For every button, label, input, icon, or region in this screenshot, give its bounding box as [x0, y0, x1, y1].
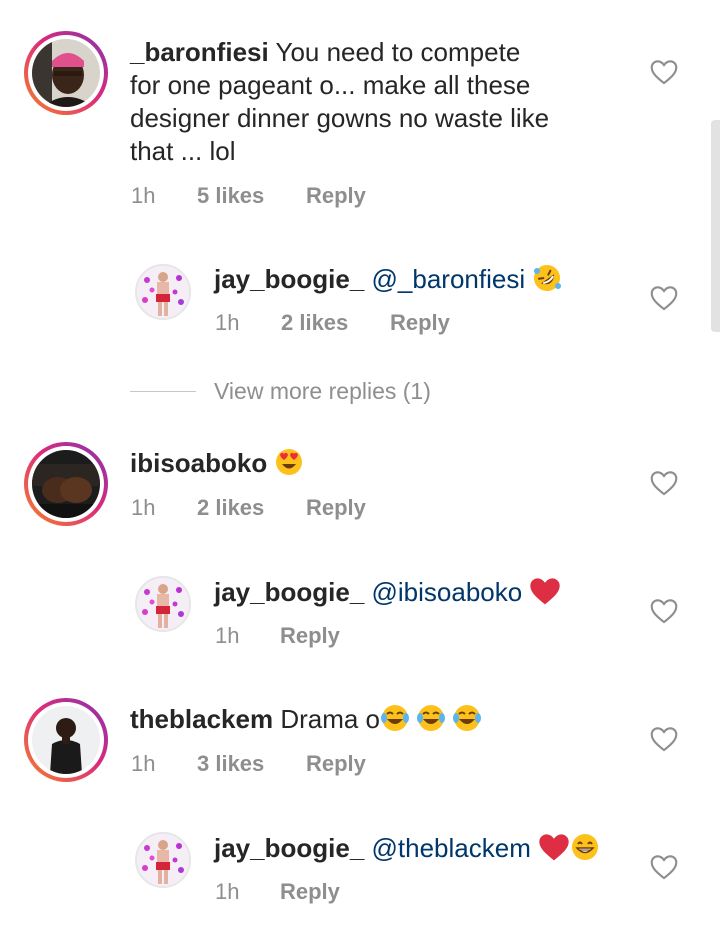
view-more-replies-label[interactable]: View more replies (1) — [214, 378, 431, 405]
reply-button[interactable]: Reply — [390, 310, 450, 336]
mention-link[interactable]: @ibisoaboko — [372, 577, 523, 607]
reply-button[interactable]: Reply — [280, 623, 340, 649]
reply-text: jay_boogie_ @ibisoaboko — [214, 576, 561, 609]
comment-text: ibisoaboko — [130, 447, 304, 480]
like-heart-icon[interactable] — [650, 285, 678, 311]
reply-button[interactable]: Reply — [306, 183, 366, 209]
avatar — [32, 706, 100, 774]
reply-time: 1h — [215, 879, 240, 904]
avatar[interactable] — [135, 576, 191, 632]
like-heart-icon[interactable] — [650, 470, 678, 496]
comment-username[interactable]: theblackem — [130, 704, 273, 734]
comment-username[interactable]: _baronfiesi — [130, 37, 269, 67]
rofl-emoji-icon — [534, 265, 562, 291]
comment-time: 1h — [131, 751, 156, 776]
likes-count[interactable]: 2 likes — [197, 495, 264, 521]
likes-count[interactable]: 2 likes — [281, 310, 348, 336]
reply-username[interactable]: jay_boogie_ — [214, 264, 364, 294]
tears-of-joy-emoji-icon — [381, 705, 482, 731]
comment-body: that ... lol — [130, 136, 236, 166]
reply-text: jay_boogie_ @_baronfiesi — [214, 263, 562, 296]
heart-eyes-emoji-icon — [276, 449, 303, 475]
reply-button[interactable]: Reply — [306, 495, 366, 521]
grinning-emoji-icon — [572, 834, 599, 860]
reply-time: 1h — [215, 623, 240, 648]
avatar-ring[interactable] — [24, 442, 108, 526]
scrollbar[interactable] — [711, 120, 720, 332]
avatar — [32, 450, 100, 518]
likes-count[interactable]: 5 likes — [197, 183, 264, 209]
comment-time: 1h — [131, 183, 156, 208]
reply-text: jay_boogie_ @theblackem — [214, 832, 600, 865]
reply-time: 1h — [215, 310, 240, 335]
comment-body: for one pageant o... make all these — [130, 70, 531, 100]
avatar[interactable] — [135, 264, 191, 320]
divider — [130, 391, 196, 392]
comment-time: 1h — [131, 495, 156, 520]
comment-username[interactable]: ibisoaboko — [130, 448, 267, 478]
likes-count[interactable]: 3 likes — [197, 751, 264, 777]
comment-text: theblackem Drama o — [130, 703, 482, 736]
reply-username[interactable]: jay_boogie_ — [214, 833, 364, 863]
red-heart-emoji-icon — [539, 834, 569, 861]
avatar — [32, 39, 100, 107]
mention-link[interactable]: @theblackem — [372, 833, 531, 863]
reply-button[interactable]: Reply — [306, 751, 366, 777]
comment-body: Drama o — [280, 704, 381, 734]
comment-body: You need to compete — [275, 37, 521, 67]
comment-text: _baronfiesi You need to compete for one … — [130, 36, 610, 168]
like-heart-icon[interactable] — [650, 726, 678, 752]
reply-username[interactable]: jay_boogie_ — [214, 577, 364, 607]
avatar-ring[interactable] — [24, 698, 108, 782]
like-heart-icon[interactable] — [650, 598, 678, 624]
comment-body: designer dinner gowns no waste like — [130, 103, 550, 133]
mention-link[interactable]: @_baronfiesi — [372, 264, 526, 294]
reply-button[interactable]: Reply — [280, 879, 340, 905]
avatar-ring[interactable] — [24, 31, 108, 115]
avatar[interactable] — [135, 832, 191, 888]
like-heart-icon[interactable] — [650, 59, 678, 85]
like-heart-icon[interactable] — [650, 854, 678, 880]
red-heart-emoji-icon — [530, 578, 561, 605]
